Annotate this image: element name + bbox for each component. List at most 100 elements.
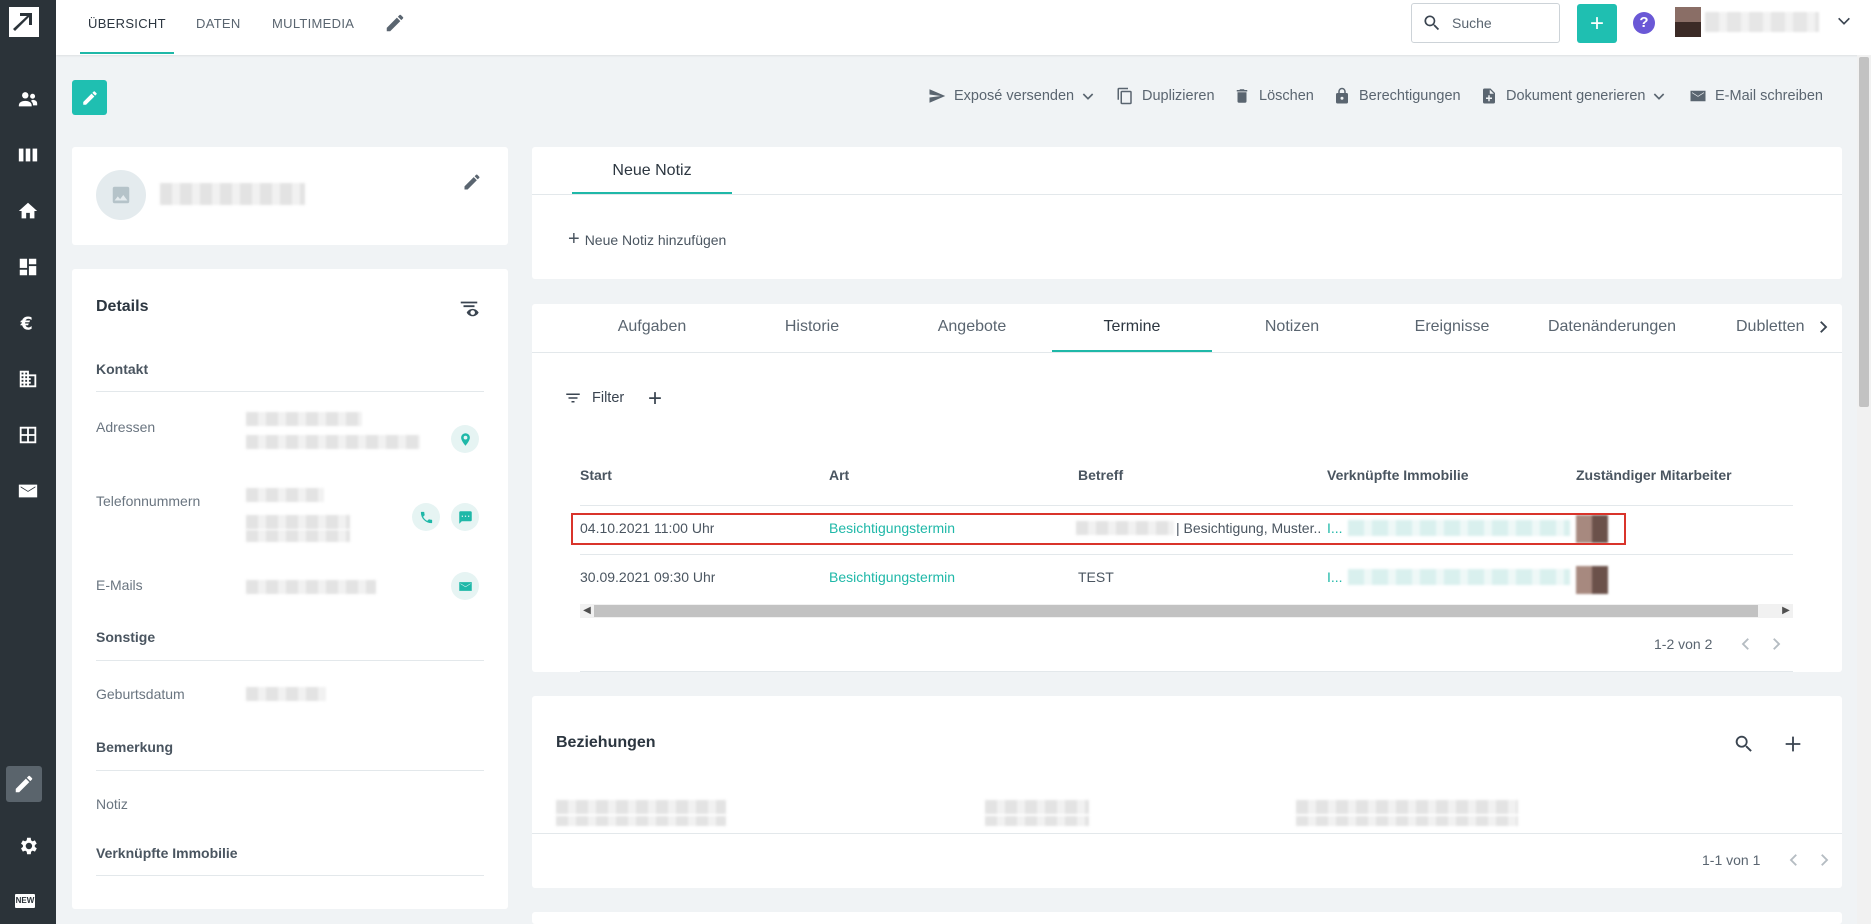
chevron-down-icon [1082,93,1094,100]
tab-multimedia[interactable]: MULTIMEDIA [272,0,354,55]
search-box[interactable] [1411,3,1560,43]
chevron-left-icon[interactable] [1785,851,1803,869]
mail-icon[interactable] [14,477,42,505]
divider [96,660,484,661]
tab-neue-notiz[interactable]: Neue Notiz [572,147,732,194]
email-schreiben-button[interactable]: E-Mail schreiben [1689,86,1823,106]
tab-uebersicht[interactable]: ÜBERSICHT [80,0,174,55]
chevron-left-icon[interactable] [1737,635,1755,653]
column-header-start[interactable]: Start [580,467,612,483]
tab-historie[interactable]: Historie [732,304,892,352]
phone-redacted [246,515,350,529]
chevron-down-icon [1654,93,1665,100]
dokument-generieren-button[interactable]: Dokument generieren [1480,86,1667,106]
tab-daten[interactable]: DATEN [196,0,241,55]
plus-icon[interactable] [1782,733,1804,755]
call-button[interactable] [412,503,440,531]
add-termin-button[interactable]: + [648,387,662,411]
tab-angebote[interactable]: Angebote [892,304,1052,352]
tab-ereignisse[interactable]: Ereignisse [1372,304,1532,352]
relations-card [532,696,1842,888]
divider [580,554,1793,555]
phone-icon [420,511,432,523]
relation-redacted [985,800,1089,814]
sms-button[interactable] [451,503,479,531]
row2-immobilie-link[interactable]: I... [1327,569,1347,585]
details-title: Details [96,298,149,315]
loeschen-button[interactable]: Löschen [1233,86,1314,106]
lock-icon [1336,87,1348,104]
add-note-button[interactable]: + Neue Notiz hinzufügen [568,228,726,251]
divider [580,505,1793,506]
next-card [532,912,1842,924]
row2-betreff: TEST [1078,569,1114,585]
emails-label: E-Mails [96,577,143,593]
tabs-scroll-right-icon[interactable] [1814,318,1832,336]
profile-image-placeholder[interactable] [96,170,146,220]
user-name-redacted [1705,12,1819,32]
beziehungen-title: Beziehungen [556,734,656,751]
add-new-button[interactable]: + [1577,4,1617,43]
row2-start: 30.09.2021 09:30 Uhr [580,569,716,585]
geburtsdatum-label: Geburtsdatum [96,686,185,702]
address-line-redacted [246,435,420,449]
chevron-down-icon[interactable] [1836,13,1852,29]
euro-icon[interactable]: € [14,309,42,337]
kontakt-heading: Kontakt [96,361,149,377]
contacts-icon[interactable] [14,85,42,113]
table-horizontal-scrollbar[interactable]: ◀ ▶ [580,604,1793,618]
column-header-mitarbeiter[interactable]: Zuständiger Mitarbeiter [1576,467,1732,483]
trash-icon [1236,89,1248,103]
tab-aufgaben[interactable]: Aufgaben [572,304,732,352]
divider [96,875,484,876]
birthdate-redacted [246,687,326,701]
address-line-redacted [246,412,362,426]
search-icon[interactable] [1733,733,1755,755]
filter-button[interactable]: Filter [564,389,624,407]
edit-mode-icon[interactable] [6,766,42,802]
avatar[interactable] [1675,7,1701,37]
visibility-filter-icon[interactable] [458,297,480,319]
email-redacted [246,580,376,594]
map-pin-icon [460,432,470,446]
phone-redacted [246,488,324,502]
duplizieren-button[interactable]: Duplizieren [1116,86,1215,106]
chevron-right-icon[interactable] [1815,851,1833,869]
grid-icon[interactable] [14,421,42,449]
edit-button[interactable] [72,80,107,115]
search-input[interactable] [1450,14,1550,32]
tab-datenaenderungen[interactable]: Datenänderungen [1532,304,1692,352]
tab-notizen[interactable]: Notizen [1212,304,1372,352]
selected-row-highlight[interactable] [571,513,1626,545]
tab-termine[interactable]: Termine [1052,304,1212,352]
column-header-immobilie[interactable]: Verknüpfte Immobilie [1327,467,1469,483]
send-email-button[interactable] [451,572,479,600]
settings-gear-icon[interactable] [14,832,42,860]
bemerkung-heading: Bemerkung [96,739,174,755]
search-icon [1424,15,1440,31]
tab-dubletten[interactable]: Dubletten [1692,304,1810,352]
page-scrollbar[interactable] [1857,55,1871,924]
app-logo-icon[interactable] [9,7,39,37]
row2-art-link[interactable]: Besichtigungstermin [829,569,955,585]
pencil-icon [82,90,97,105]
mail-icon [1690,90,1706,102]
relation-redacted [985,816,1089,826]
relation-redacted [556,816,726,826]
board-icon[interactable] [14,141,42,169]
message-icon [458,510,472,524]
edit-profile-pencil-icon[interactable] [462,172,482,192]
building-icon[interactable] [14,365,42,393]
map-pin-button[interactable] [451,425,479,453]
dashboard-icon[interactable] [14,253,42,281]
home-icon[interactable] [14,197,42,225]
help-icon[interactable]: ? [1633,12,1655,34]
column-header-betreff[interactable]: Betreff [1078,467,1123,483]
column-header-art[interactable]: Art [829,467,849,483]
new-badge[interactable]: NEW [15,894,35,908]
send-icon [929,89,946,103]
edit-tabs-pencil-icon[interactable] [384,12,406,34]
chevron-right-icon[interactable] [1767,635,1785,653]
berechtigungen-button[interactable]: Berechtigungen [1333,86,1461,106]
expose-versenden-button[interactable]: Exposé versenden [928,86,1096,106]
